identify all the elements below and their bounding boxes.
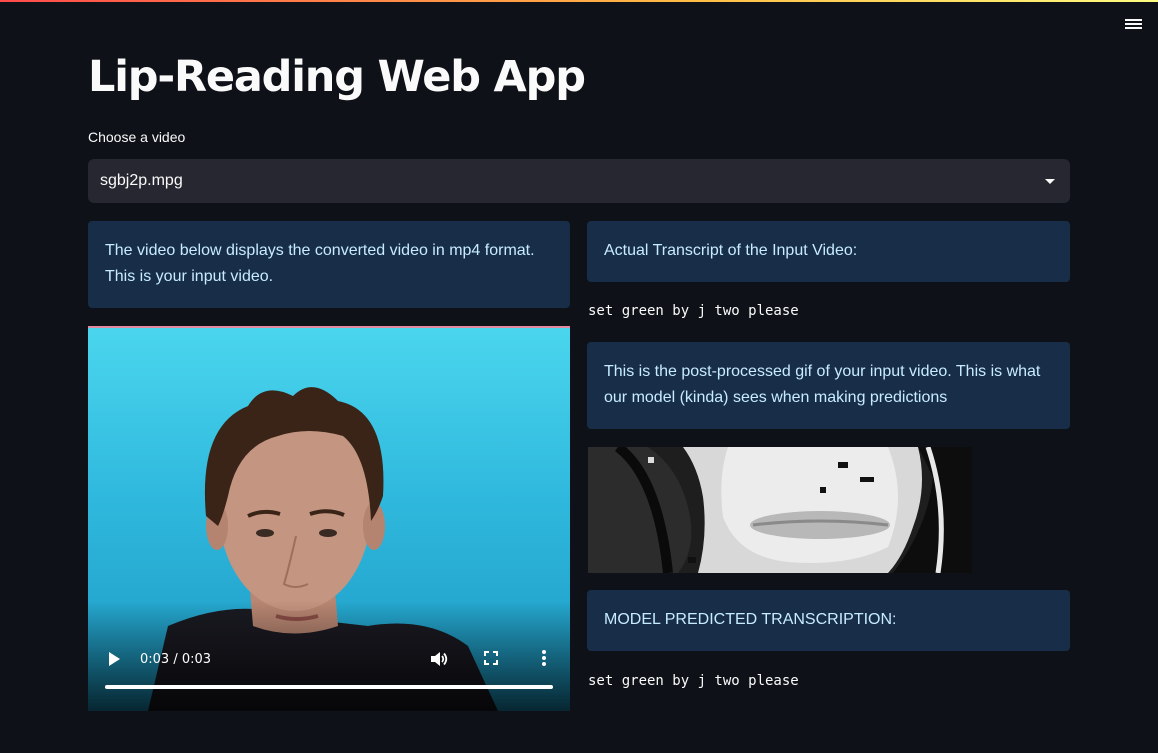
video-player[interactable]: 0:03 / 0:03 (88, 326, 570, 711)
header-decoration-bar (0, 0, 1158, 2)
predicted-transcript: set green by j two please (588, 673, 799, 689)
prediction-info-text: MODEL PREDICTED TRANSCRIPTION: (604, 611, 897, 628)
video-info-line-1: The video below displays the converted v… (105, 242, 535, 259)
chevron-down-icon (1045, 178, 1055, 184)
volume-icon[interactable] (429, 650, 449, 668)
hamburger-menu-icon[interactable] (1124, 17, 1144, 33)
gif-info-line-1: This is the post-processed gif of your i… (604, 363, 1041, 380)
video-info-alert: The video below displays the converted v… (88, 221, 570, 308)
video-select[interactable]: sgbj2p.mpg (88, 159, 1070, 203)
prediction-info-alert: MODEL PREDICTED TRANSCRIPTION: (587, 590, 1070, 651)
more-options-icon[interactable] (541, 650, 547, 668)
video-time: 0:03 / 0:03 (140, 652, 212, 667)
video-info-line-2: This is your input video. (105, 268, 274, 285)
video-progress-bar[interactable] (105, 685, 553, 689)
gif-info-alert: This is the post-processed gif of your i… (587, 342, 1070, 429)
actual-transcript: set green by j two please (588, 303, 799, 319)
processed-mouth-gif (588, 447, 972, 573)
select-label: Choose a video (88, 129, 186, 145)
fullscreen-icon[interactable] (484, 651, 498, 665)
transcript-info-text: Actual Transcript of the Input Video: (604, 242, 858, 259)
transcript-info-alert: Actual Transcript of the Input Video: (587, 221, 1070, 282)
page-title: Lip-Reading Web App (88, 52, 586, 102)
gif-info-line-2: our model (kinda) sees when making predi… (604, 389, 948, 406)
selected-video-value: sgbj2p.mpg (100, 172, 183, 189)
play-icon[interactable] (109, 652, 120, 666)
video-controls: 0:03 / 0:03 (88, 644, 570, 674)
